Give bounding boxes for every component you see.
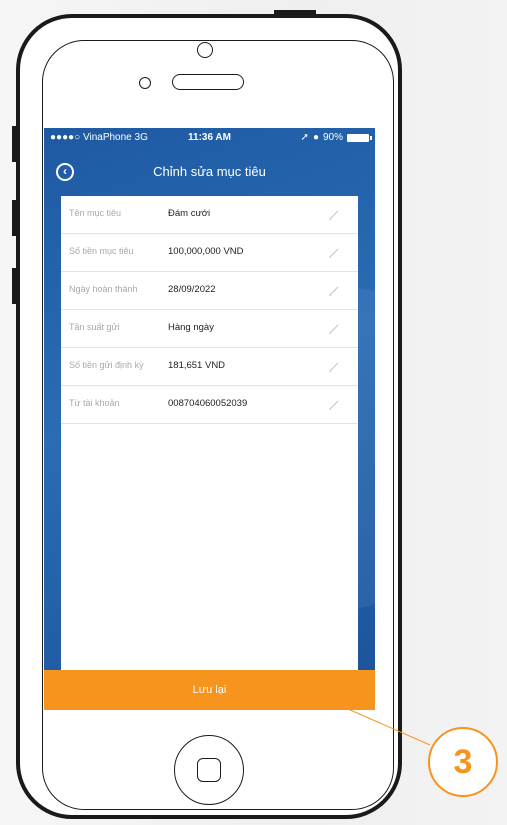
callout-leader-line	[299, 687, 431, 746]
step-callout-badge: 3	[428, 727, 498, 797]
